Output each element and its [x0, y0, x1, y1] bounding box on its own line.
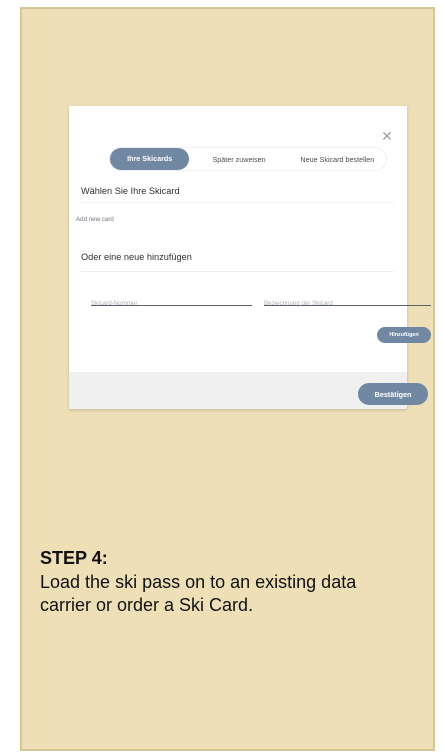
tab-spaeter-zuweisen[interactable]: Später zuweisen	[189, 155, 288, 164]
skicard-name-field	[264, 292, 431, 307]
skicard-dialog: ✕ Ihre Skicards Später zuweisen Neue Ski…	[69, 106, 431, 409]
tab-neue-skicard-bestellen[interactable]: Neue Skicard bestellen	[289, 155, 386, 164]
tab-bar: Ihre Skicards Später zuweisen Neue Skica…	[109, 147, 387, 171]
divider	[81, 271, 394, 272]
close-icon[interactable]: ✕	[380, 129, 394, 143]
step-title: STEP 4:	[40, 548, 108, 568]
add-button[interactable]: Hinzufügen	[377, 327, 431, 343]
select-skicard-heading: Wählen Sie Ihre Skicard	[81, 186, 180, 196]
tab-ihre-skicards[interactable]: Ihre Skicards	[110, 148, 190, 170]
add-new-card-link[interactable]: Add new card	[76, 216, 114, 223]
confirm-button[interactable]: Bestätigen	[358, 383, 428, 405]
skicard-number-field	[91, 292, 252, 307]
skicard-name-input[interactable]	[264, 300, 431, 307]
add-new-heading: Oder eine neue hinzufügen	[81, 252, 192, 262]
divider	[81, 202, 394, 203]
skicard-number-input[interactable]	[91, 300, 252, 307]
instruction-panel: ✕ Ihre Skicards Später zuweisen Neue Ski…	[20, 7, 435, 751]
dialog-footer: Bestätigen	[69, 372, 428, 409]
step-description: Load the ski pass on to an existing data…	[40, 572, 357, 615]
